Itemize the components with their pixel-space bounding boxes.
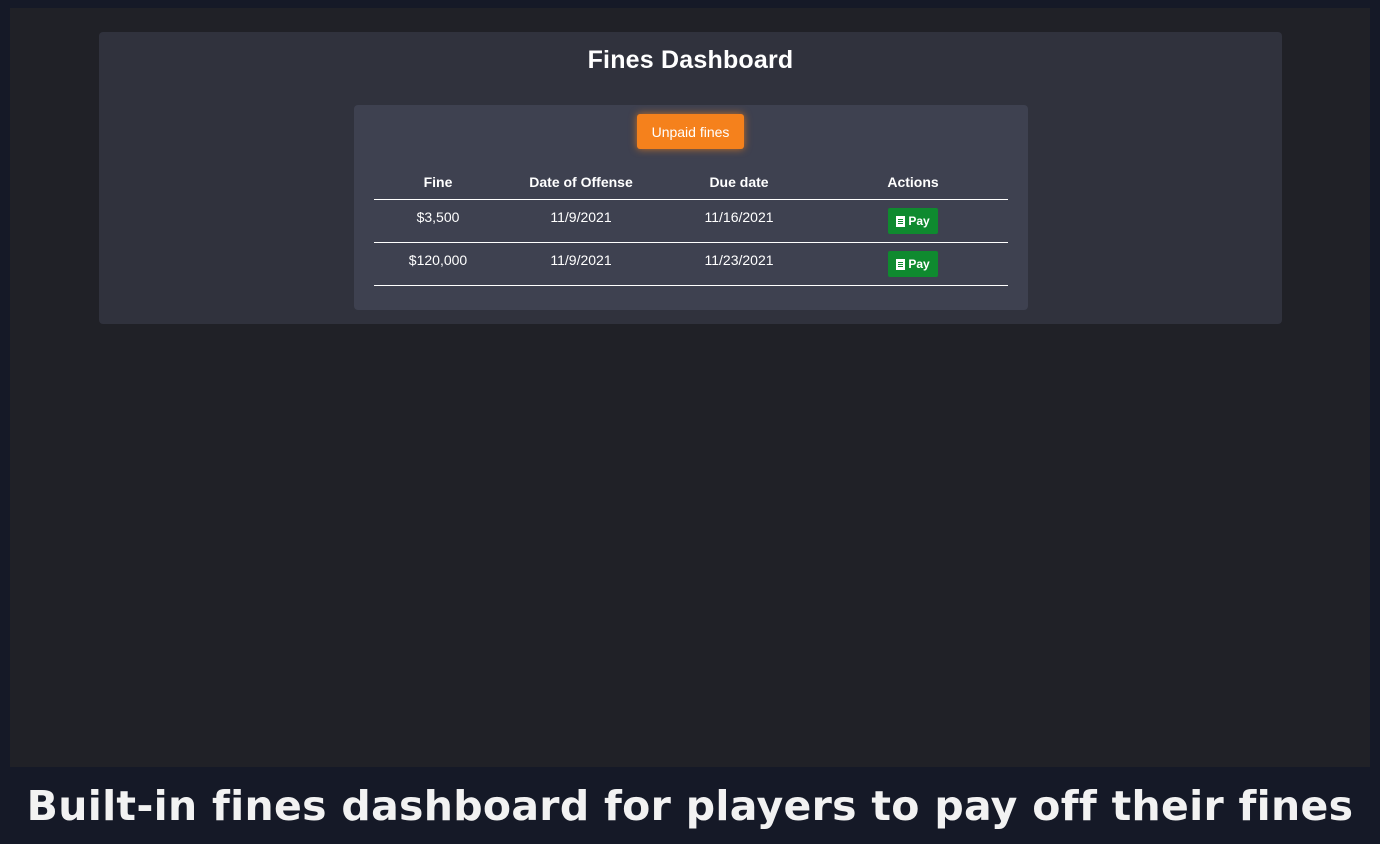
- date-of-offense: 11/9/2021: [502, 199, 660, 243]
- table-row: $120,000 11/9/2021 11/23/2021 Pay: [374, 242, 1008, 286]
- fine-amount: $120,000: [374, 242, 502, 286]
- fines-card: Unpaid fines Fine Date of Offense Due da…: [354, 105, 1028, 310]
- fines-table: Fine Date of Offense Due date Actions $3…: [374, 165, 1008, 286]
- pay-button-label: Pay: [908, 214, 930, 228]
- pay-button[interactable]: Pay: [888, 208, 938, 234]
- page-title: Fines Dashboard: [587, 46, 794, 74]
- caption-text: Built-in fines dashboard for players to …: [26, 782, 1354, 830]
- column-header-fine: Fine: [374, 165, 502, 200]
- receipt-icon: [896, 258, 906, 270]
- date-of-offense: 11/9/2021: [502, 242, 660, 286]
- column-header-date-of-offense: Date of Offense: [502, 165, 660, 200]
- column-header-due-date: Due date: [660, 165, 818, 200]
- game-screen: Fines Dashboard Unpaid fines Fine Date o…: [10, 8, 1370, 767]
- unpaid-fines-button[interactable]: Unpaid fines: [637, 114, 744, 149]
- fines-dashboard-panel: Fines Dashboard Unpaid fines Fine Date o…: [99, 32, 1282, 324]
- actions-cell: Pay: [818, 199, 1008, 243]
- receipt-icon: [896, 215, 906, 227]
- due-date: 11/16/2021: [660, 199, 818, 243]
- pay-button[interactable]: Pay: [888, 251, 938, 277]
- actions-cell: Pay: [818, 242, 1008, 286]
- pay-button-label: Pay: [908, 257, 930, 271]
- page-frame: Fines Dashboard Unpaid fines Fine Date o…: [0, 0, 1380, 844]
- column-header-actions: Actions: [818, 165, 1008, 200]
- table-header-row: Fine Date of Offense Due date Actions: [374, 165, 1008, 200]
- due-date: 11/23/2021: [660, 242, 818, 286]
- table-row: $3,500 11/9/2021 11/16/2021 Pay: [374, 199, 1008, 243]
- fine-amount: $3,500: [374, 199, 502, 243]
